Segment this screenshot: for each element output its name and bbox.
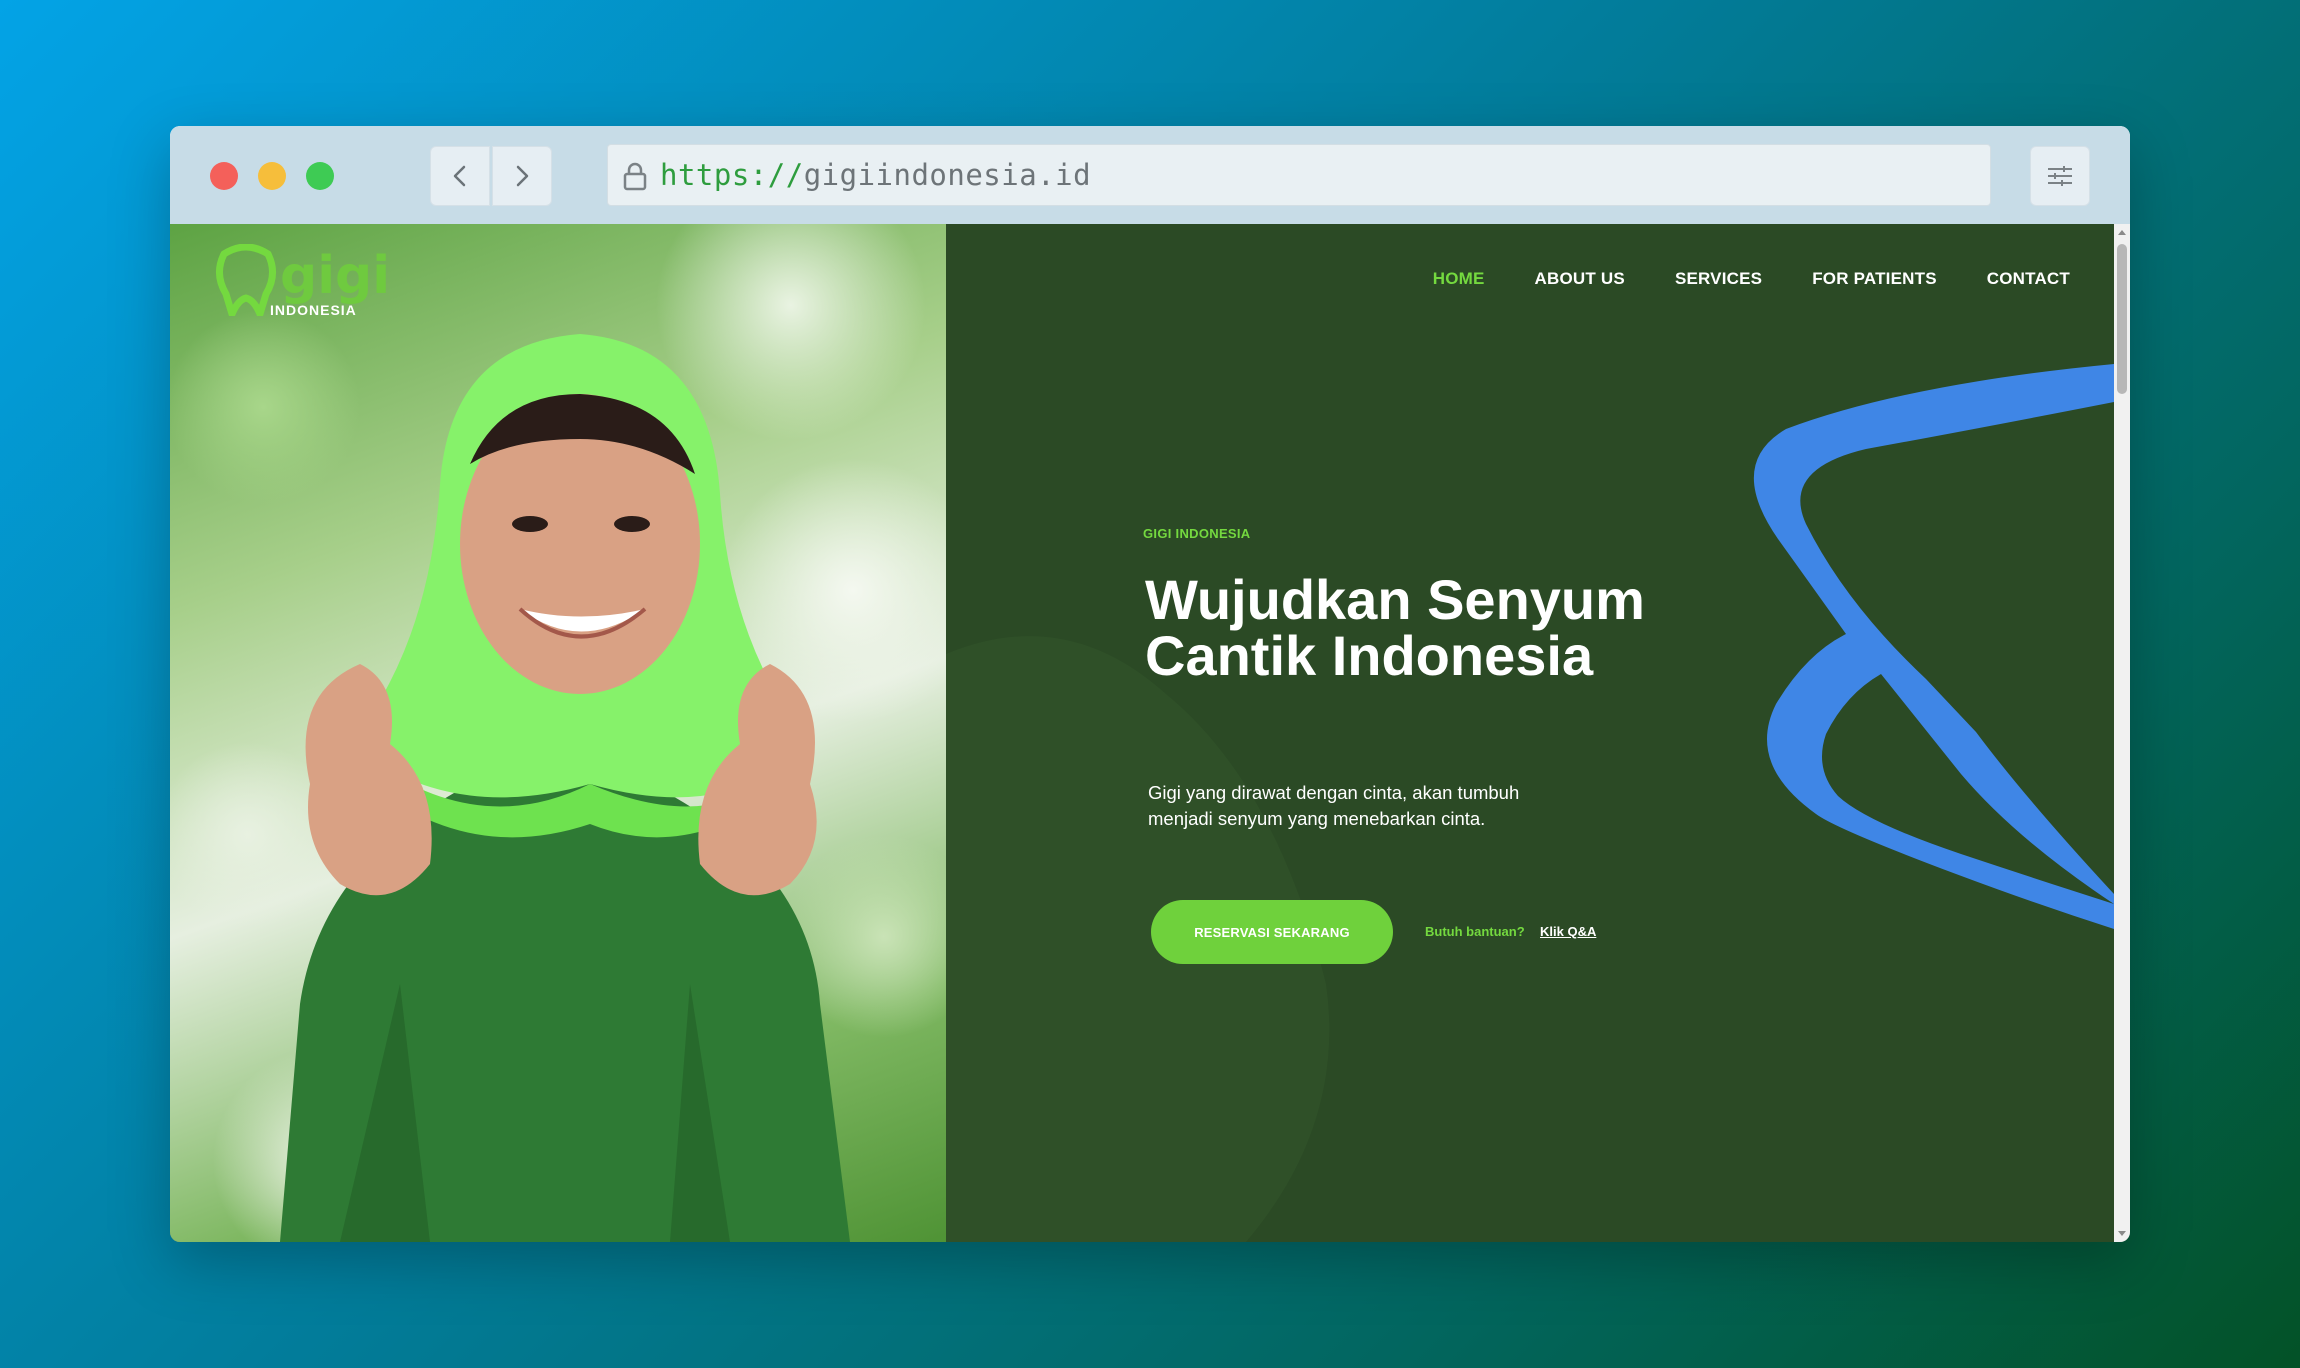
- browser-toolbar: https://gigiindonesia.id: [170, 126, 2130, 224]
- browser-menu-button[interactable]: [2030, 146, 2090, 206]
- hero-section: HOME ABOUT US SERVICES FOR PATIENTS CONT…: [946, 224, 2114, 1242]
- hero-headline: Wujudkan Senyum Cantik Indonesia: [1145, 568, 1645, 687]
- hero-photo: gigi INDONESIA: [170, 224, 946, 1242]
- hero-eyebrow: GIGI INDONESIA: [1143, 526, 1251, 541]
- chevron-left-icon: [453, 165, 466, 187]
- logo-text: gigi: [280, 246, 391, 306]
- scroll-down-arrow-icon[interactable]: [2117, 1228, 2127, 1240]
- browser-window: https://gigiindonesia.id gigi INDONESIA …: [170, 126, 2130, 1242]
- page-viewport: gigi INDONESIA HOME ABOUT US SERVICES FO…: [170, 224, 2130, 1242]
- nav-services[interactable]: SERVICES: [1675, 269, 1762, 289]
- chevron-right-icon: [516, 165, 529, 187]
- scroll-up-arrow-icon[interactable]: [2117, 226, 2127, 238]
- tooth-logo-icon: [216, 244, 276, 316]
- close-window-button[interactable]: [210, 162, 238, 190]
- help-text: Butuh bantuan?: [1425, 924, 1525, 939]
- nav-home[interactable]: HOME: [1433, 269, 1485, 289]
- main-navigation: HOME ABOUT US SERVICES FOR PATIENTS CONT…: [1433, 269, 2070, 289]
- back-button[interactable]: [430, 146, 490, 206]
- forward-button[interactable]: [492, 146, 552, 206]
- url-host: gigiindonesia.id: [803, 158, 1092, 192]
- reservation-button[interactable]: RESERVASI SEKARANG: [1151, 900, 1393, 964]
- dentist-illustration: [280, 334, 850, 1242]
- vertical-scrollbar[interactable]: [2114, 224, 2130, 1242]
- sliders-icon: [2048, 166, 2072, 186]
- url-protocol: https://: [660, 158, 804, 192]
- qa-link[interactable]: Klik Q&A: [1540, 924, 1596, 939]
- nav-for-patients[interactable]: FOR PATIENTS: [1812, 269, 1937, 289]
- hero-subtext: Gigi yang dirawat dengan cinta, akan tum…: [1148, 782, 1520, 829]
- nav-about-us[interactable]: ABOUT US: [1535, 269, 1625, 289]
- address-bar[interactable]: https://gigiindonesia.id: [607, 144, 1991, 206]
- url-text: https://gigiindonesia.id: [660, 158, 1091, 192]
- decorative-shapes: [946, 364, 2114, 1242]
- scrollbar-thumb[interactable]: [2117, 244, 2127, 394]
- minimize-window-button[interactable]: [258, 162, 286, 190]
- logo-subtext: INDONESIA: [270, 302, 357, 318]
- nav-contact[interactable]: CONTACT: [1987, 269, 2070, 289]
- maximize-window-button[interactable]: [306, 162, 334, 190]
- lock-icon: [623, 162, 647, 191]
